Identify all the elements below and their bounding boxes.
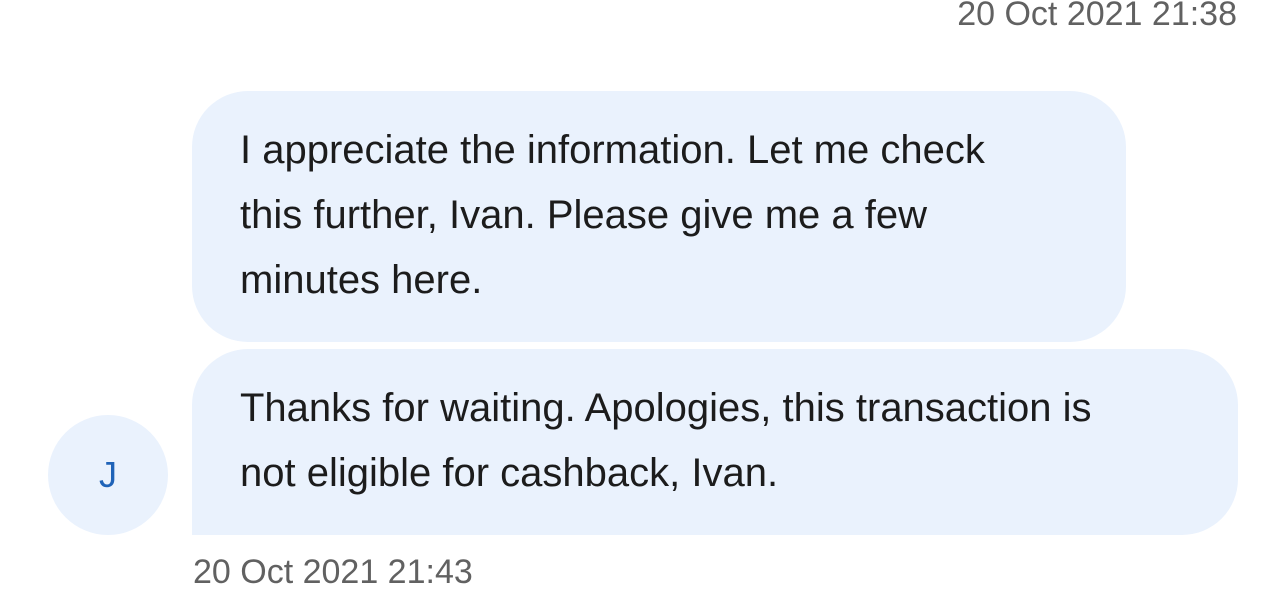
message-bubble-agent-2: Thanks for waiting. Apologies, this tran… (192, 349, 1238, 535)
message-line: not eligible for cashback, Ivan. (240, 451, 779, 495)
message-bubble-agent-1: I appreciate the information. Let me che… (192, 91, 1126, 342)
message-line: I appreciate the information. Let me che… (240, 128, 985, 172)
agent-avatar: J (48, 415, 168, 535)
message-timestamp-bottom: 20 Oct 2021 21:43 (193, 553, 473, 591)
message-text: Thanks for waiting. Apologies, this tran… (240, 376, 1198, 506)
message-text: I appreciate the information. Let me che… (240, 118, 1086, 313)
message-timestamp-top: 20 Oct 2021 21:38 (957, 0, 1237, 33)
message-line: minutes here. (240, 258, 483, 302)
message-line: this further, Ivan. Please give me a few (240, 193, 928, 237)
message-line: Thanks for waiting. Apologies, this tran… (240, 386, 1092, 430)
